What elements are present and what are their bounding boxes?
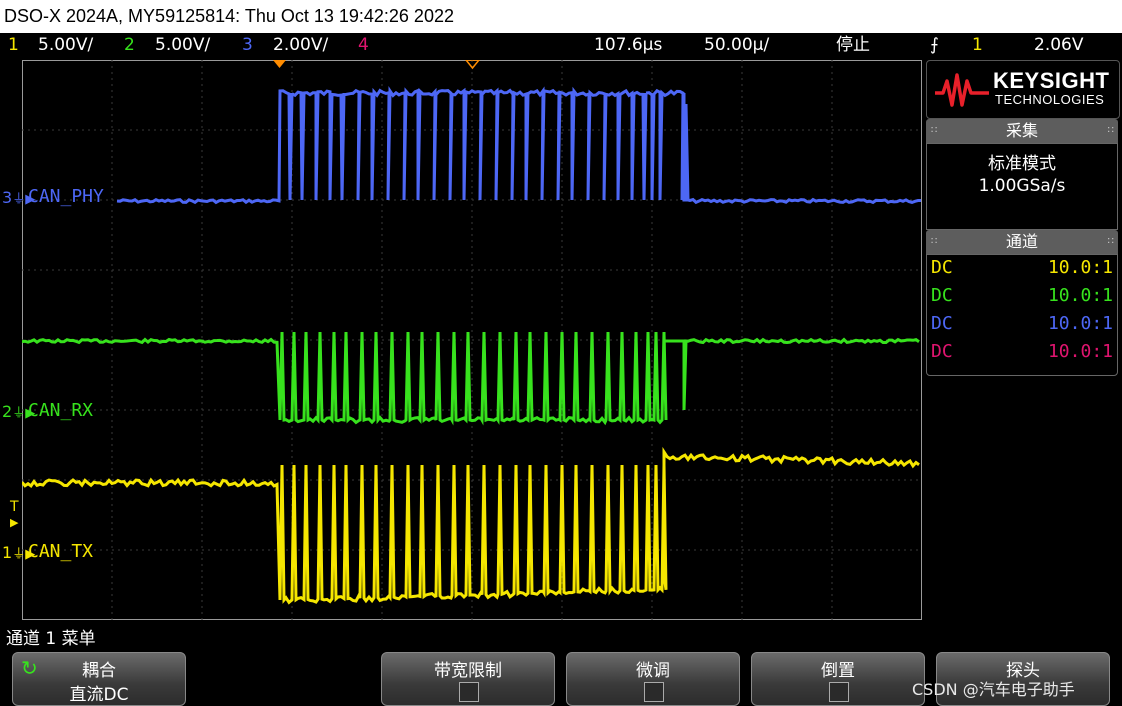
grip-icon: ∷ (1107, 125, 1114, 136)
acquisition-header[interactable]: ∷ 采集 ∷ (926, 119, 1118, 143)
ch4-number[interactable]: 4 (358, 33, 369, 57)
softkey-fine-label: 微调 (636, 661, 670, 681)
waveform-display[interactable] (22, 60, 922, 620)
softkey-coupling-value: 直流DC (69, 685, 129, 705)
keysight-wave-icon (935, 73, 989, 107)
acquisition-mode: 标准模式 (988, 154, 1056, 174)
invert-checkbox[interactable] (829, 682, 849, 702)
scope-status-bar: 1 5.00V/ 2 5.00V/ 3 2.00V/ 4 107.6µs 50.… (0, 33, 1122, 59)
softkey-invert[interactable]: 倒置 (751, 652, 925, 706)
fine-checkbox[interactable] (644, 682, 664, 702)
logo-brand: KEYSIGHT (993, 68, 1110, 93)
softkey-coupling-label: 耦合 (82, 661, 116, 681)
channel-row-1[interactable]: DC 10.0:1 (931, 257, 1113, 285)
trigger-edge-icon: ⨍ (930, 35, 939, 55)
ch1-number[interactable]: 1 (8, 33, 19, 57)
right-info-panel: KEYSIGHT TECHNOLOGIES ∷ 采集 ∷ 标准模式 1.00GS… (926, 60, 1120, 376)
ch1-trace-label: CAN_TX (28, 541, 94, 562)
time-scale[interactable]: 50.00µ/ (704, 33, 769, 57)
trigger-level-marker[interactable]: T ▶ (10, 500, 19, 530)
ch3-number[interactable]: 3 (242, 33, 253, 57)
time-delay[interactable]: 107.6µs (594, 33, 662, 57)
keysight-logo: KEYSIGHT TECHNOLOGIES (926, 60, 1120, 119)
channel-panel-header[interactable]: ∷ 通道 ∷ (926, 230, 1118, 254)
ch3-scale[interactable]: 2.00V/ (273, 33, 328, 57)
window-title: DSO-X 2024A, MY59125814: Thu Oct 13 19:4… (4, 6, 454, 26)
menu-title: 通道 1 菜单 (6, 629, 96, 649)
sample-rate: 1.00GSa/s (978, 176, 1066, 196)
logo-subtitle: TECHNOLOGIES (995, 92, 1105, 107)
run-state[interactable]: 停止 (836, 33, 870, 57)
softkey-fine[interactable]: 微调 (566, 652, 740, 706)
acquisition-body: 标准模式 1.00GSa/s (926, 143, 1118, 230)
ch2-trace-label: CAN_RX (28, 400, 94, 421)
ch3-trace-label: CAN_PHY (28, 186, 104, 207)
softkey-invert-label: 倒置 (821, 661, 855, 681)
channel-panel-body: DC 10.0:1 DC 10.0:1 DC 10.0:1 DC 10.0:1 (926, 254, 1118, 376)
channel-row-4[interactable]: DC 10.0:1 (931, 341, 1113, 369)
watermark: CSDN @汽车电子助手 (912, 680, 1075, 699)
trigger-level[interactable]: 2.06V (1034, 33, 1083, 57)
ch1-scale[interactable]: 5.00V/ (38, 33, 93, 57)
softkey-bandwidth-limit[interactable]: 带宽限制 (381, 652, 555, 706)
ch2-number[interactable]: 2 (124, 33, 135, 57)
softkey-coupling[interactable]: ↻ 耦合 直流DC (12, 652, 186, 706)
ch2-scale[interactable]: 5.00V/ (155, 33, 210, 57)
grip-icon: ∷ (931, 236, 937, 247)
trigger-source[interactable]: 1 (972, 33, 983, 57)
channel-row-3[interactable]: DC 10.0:1 (931, 313, 1113, 341)
channel-row-2[interactable]: DC 10.0:1 (931, 285, 1113, 313)
bandwidth-limit-checkbox[interactable] (459, 682, 479, 702)
grip-icon: ∷ (931, 125, 937, 136)
grip-icon: ∷ (1107, 236, 1114, 247)
window-title-bar: DSO-X 2024A, MY59125814: Thu Oct 13 19:4… (0, 0, 1122, 33)
softkey-bandwidth-limit-label: 带宽限制 (434, 661, 502, 681)
